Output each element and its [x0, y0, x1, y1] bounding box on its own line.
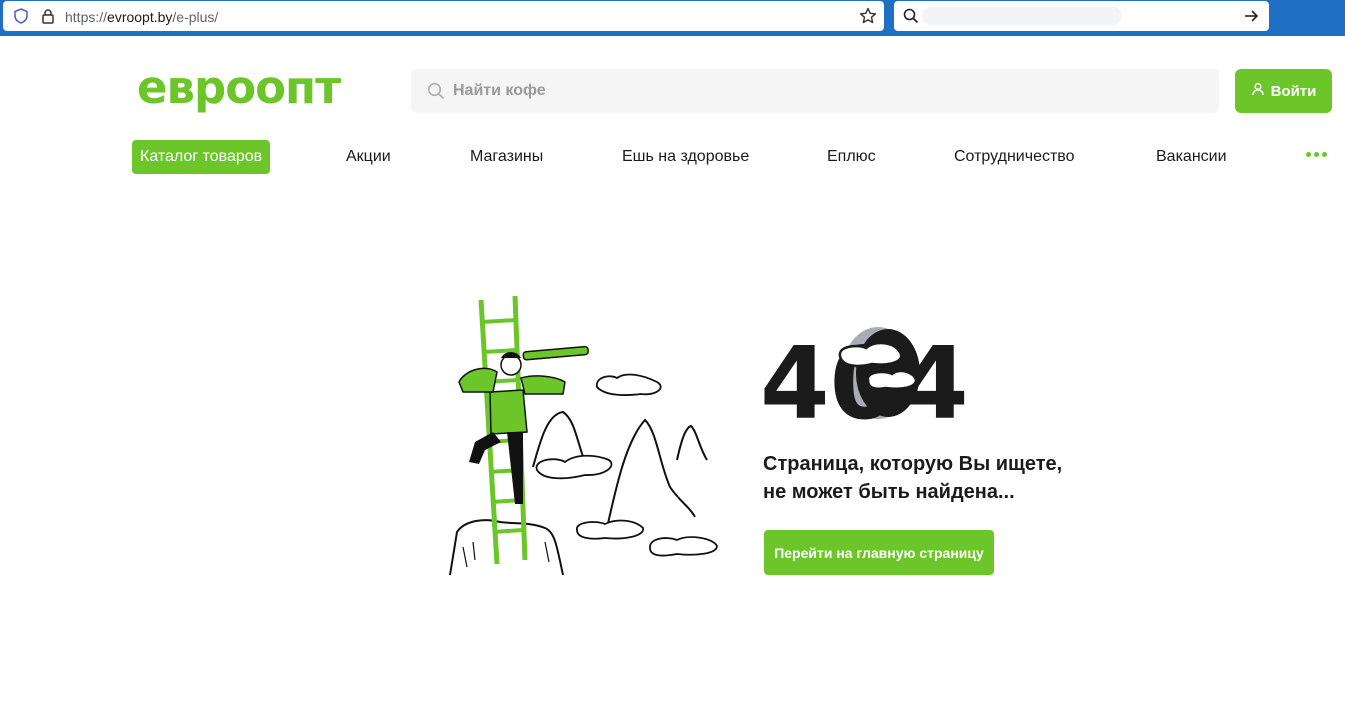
- site-search-box[interactable]: [411, 69, 1219, 113]
- error-message-line2: не может быть найдена...: [763, 481, 1015, 503]
- site-search-input[interactable]: [453, 79, 1193, 103]
- url-scheme: https://: [65, 9, 108, 25]
- login-button[interactable]: Войти: [1235, 69, 1332, 113]
- url-path: /e-plus/: [172, 9, 219, 25]
- shield-icon[interactable]: [13, 8, 29, 29]
- nav-item-stores[interactable]: Магазины: [470, 140, 543, 174]
- nav-item-vacancies[interactable]: Вакансии: [1156, 140, 1227, 174]
- url-text[interactable]: https://evroopt.by/e-plus/: [65, 9, 218, 25]
- error-message-line1: Страница, которую Вы ищете,: [763, 453, 1063, 475]
- main-nav: Каталог товаров Акции Магазины Ешь на зд…: [132, 140, 1332, 174]
- error-code-text: 404: [760, 325, 969, 428]
- nav-item-eat-healthy[interactable]: Ешь на здоровье: [622, 140, 749, 174]
- nav-item-eplus[interactable]: Еплюс: [827, 140, 876, 174]
- url-host: evroopt.by: [107, 9, 173, 25]
- nav-item-catalog[interactable]: Каталог товаров: [132, 140, 271, 174]
- user-icon: [1251, 82, 1265, 100]
- error-code-graphic: 404: [760, 318, 1000, 442]
- browser-search-field[interactable]: [922, 7, 1122, 25]
- search-icon: [903, 8, 919, 29]
- nav-item-promotions[interactable]: Акции: [346, 140, 391, 174]
- lost-explorer-illustration: [445, 292, 725, 577]
- search-icon: [427, 82, 445, 105]
- go-home-button[interactable]: Перейти на главную страницу: [764, 530, 994, 575]
- arrow-right-icon[interactable]: [1243, 8, 1259, 29]
- login-label: Войти: [1270, 82, 1317, 100]
- error-message: Страница, которую Вы ищете, не может быт…: [763, 450, 1083, 506]
- nav-item-cooperation[interactable]: Сотрудничество: [954, 140, 1075, 174]
- address-bar[interactable]: https://evroopt.by/e-plus/: [3, 1, 884, 31]
- site-logo[interactable]: евроопт: [137, 58, 341, 118]
- browser-toolbar: https://evroopt.by/e-plus/: [0, 0, 1345, 36]
- browser-search-bar[interactable]: [894, 1, 1269, 31]
- lock-icon[interactable]: [41, 8, 55, 29]
- more-menu-icon[interactable]: [1306, 152, 1327, 157]
- star-icon[interactable]: [859, 7, 877, 30]
